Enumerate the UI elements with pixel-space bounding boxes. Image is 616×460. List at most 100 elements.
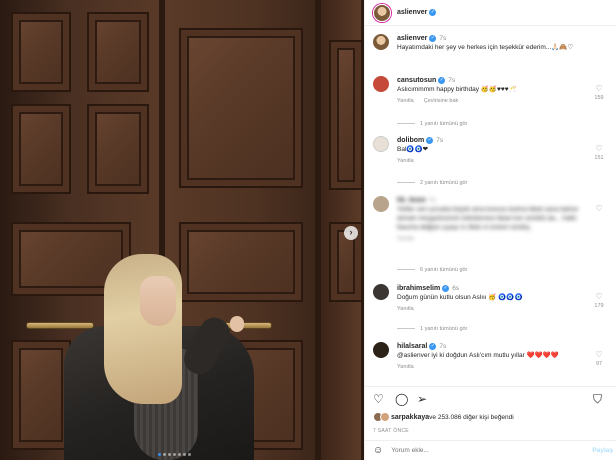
avatar[interactable] xyxy=(373,136,389,152)
verified-icon: ✓ xyxy=(442,284,450,292)
carousel-dot xyxy=(168,453,171,456)
woman-figure xyxy=(60,248,270,460)
caption-username[interactable]: aslienver xyxy=(397,35,427,42)
share-icon[interactable]: ➢ xyxy=(417,393,427,405)
comment-username[interactable]: ibrahimselim xyxy=(397,285,440,292)
like-comment[interactable]: ♡ 151 xyxy=(591,144,607,161)
hand xyxy=(230,316,244,332)
avatar[interactable] xyxy=(373,76,389,92)
reply-link[interactable]: Yanıtla xyxy=(397,364,414,370)
heart-icon[interactable]: ♡ xyxy=(595,84,602,93)
post-date: 7 SAAT ÖNCE xyxy=(373,428,409,434)
likes-count-text: ve 253.086 diğer kişi beğendi xyxy=(429,413,514,421)
emoji-icon[interactable]: ☺ xyxy=(373,445,383,456)
post-action-bar: ♡ ◯ ➢ ⛉ xyxy=(365,386,616,412)
avatar[interactable] xyxy=(373,196,389,212)
view-replies[interactable]: 1 yanıtı tümünü gör xyxy=(397,326,467,332)
comment-username[interactable]: dolibom xyxy=(397,137,424,144)
view-replies[interactable]: 1 yanıtı tümünü gör xyxy=(397,121,467,127)
door-panel xyxy=(11,12,71,92)
heart-icon[interactable]: ♡ xyxy=(595,292,602,301)
avatar[interactable] xyxy=(373,284,389,300)
verified-icon: ✓ xyxy=(438,76,446,84)
chevron-right-icon[interactable]: › xyxy=(344,226,358,240)
door-panel xyxy=(329,40,363,190)
hair xyxy=(104,254,182,404)
reply-link[interactable]: Yanıtla xyxy=(397,306,414,312)
post-photo[interactable]: › xyxy=(0,0,364,460)
heart-icon[interactable]: ♡ xyxy=(595,350,602,359)
like-count: 151 xyxy=(594,155,604,161)
comment-icon[interactable]: ◯ xyxy=(395,393,408,405)
verified-icon: ✓ xyxy=(429,342,437,350)
post-sidebar: aslienver ✓ aslienver ✓ 7s Hayatımdaki her… xyxy=(364,0,616,460)
door-panel xyxy=(87,12,149,92)
author-username[interactable]: aslienver xyxy=(397,9,427,16)
like-comment[interactable]: ♡ xyxy=(591,204,607,213)
door-panel xyxy=(11,104,71,194)
avatar[interactable] xyxy=(373,342,389,358)
comment-time: 7s xyxy=(448,77,456,84)
comment-text: Yetiler sen çocukla büyük ama konusu bul… xyxy=(397,206,579,231)
comment-username[interactable]: fili_fenin xyxy=(397,197,426,204)
like-count: 97 xyxy=(595,361,603,367)
carousel-dot xyxy=(183,453,186,456)
comment-text: Bal🧿🧿❤ xyxy=(397,146,429,153)
carousel-dots xyxy=(158,453,191,456)
comment-username[interactable]: hilalsaral xyxy=(397,343,427,350)
view-replies[interactable]: 2 yanıtı tümünü gör xyxy=(397,180,467,186)
avatar[interactable] xyxy=(373,3,391,22)
like-comment[interactable]: ♡ 159 xyxy=(591,84,607,101)
post-comment-button[interactable]: Paylaş xyxy=(592,447,613,454)
comment-text: Aslıcımmmm happy birthday 🥳🥳♥♥♥🥂 xyxy=(397,86,517,93)
comment-input[interactable] xyxy=(391,447,572,454)
like-comment[interactable]: ♡ 179 xyxy=(591,292,607,309)
comment: hilalsaral ✓ 7s @aslienver iyi ki doğdun A… xyxy=(373,342,609,382)
heart-icon[interactable]: ♡ xyxy=(595,204,602,213)
add-comment-bar: ☺ Paylaş xyxy=(365,440,616,460)
carousel-dot xyxy=(173,453,176,456)
comment-text: @aslienver iyi ki doğdun Aslı'cım mutlu … xyxy=(397,352,559,359)
caption-time: 7s xyxy=(439,35,447,42)
comment-time: 6s xyxy=(452,285,460,292)
comment: fili_fenin 7s Yetiler sen çocukla büyük a… xyxy=(373,196,609,260)
caption-text: Hayatımdaki her şey ve herkes için teşek… xyxy=(397,44,574,51)
carousel-dot xyxy=(163,453,166,456)
carousel-dot xyxy=(178,453,181,456)
door-panel xyxy=(179,28,303,188)
verified-icon: ✓ xyxy=(429,9,437,16)
carousel-dot xyxy=(188,453,191,456)
translate-link[interactable]: Çevirisine bak xyxy=(424,98,459,104)
comment-time: 7s xyxy=(428,197,436,204)
comment: cansutosun ✓ 7s Aslıcımmmm happy birthday … xyxy=(373,76,609,116)
comment: ibrahimselim ✓ 6s Doğum günün kutlu olsun … xyxy=(373,284,609,324)
heart-icon[interactable]: ♡ xyxy=(595,144,602,153)
post-header: aslienver ✓ xyxy=(365,0,616,26)
verified-icon: ✓ xyxy=(429,34,437,42)
liker-avatars xyxy=(373,412,390,422)
reply-link[interactable]: Yanıtla xyxy=(397,98,414,104)
comment-username[interactable]: cansutosun xyxy=(397,77,436,84)
comment-text: Doğum günün kutlu olsun Aslııı 🥳 🧿🧿🧿 xyxy=(397,294,523,301)
view-replies[interactable]: 6 yanıtı tümünü gör xyxy=(397,267,467,273)
caption: aslienver ✓ 7s Hayatımdaki her şey ve herk… xyxy=(373,34,609,56)
verified-icon: ✓ xyxy=(426,136,434,144)
liker-username[interactable]: sarpakkaya xyxy=(391,414,429,421)
comment-time: 7s xyxy=(439,343,447,350)
comment: dolibom ✓ 7s Bal🧿🧿❤ Yanıtla ♡ 151 xyxy=(373,136,609,176)
heart-icon[interactable]: ♡ xyxy=(373,393,384,405)
like-comment[interactable]: ♡ 97 xyxy=(591,350,607,367)
like-count: 179 xyxy=(594,303,604,309)
comment-time: 7s xyxy=(436,137,444,144)
like-count: 159 xyxy=(594,95,604,101)
reply-link[interactable]: Yanıtla xyxy=(397,236,414,242)
carousel-dot xyxy=(158,453,161,456)
likes-summary[interactable]: sarpakkaya ve 253.086 diğer kişi beğendi xyxy=(373,412,514,422)
comment-list[interactable]: aslienver ✓ 7s Hayatımdaki her şey ve herk… xyxy=(365,26,616,386)
door-panel xyxy=(87,104,149,194)
bookmark-icon[interactable]: ⛉ xyxy=(593,393,602,405)
face xyxy=(140,276,176,326)
avatar xyxy=(380,412,390,422)
reply-link[interactable]: Yanıtla xyxy=(397,158,414,164)
avatar[interactable] xyxy=(373,34,389,50)
